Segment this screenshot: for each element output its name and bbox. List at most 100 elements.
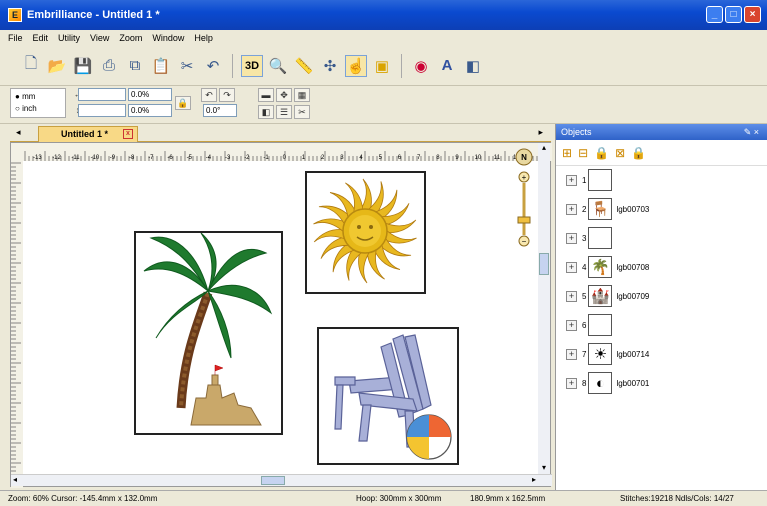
unit-mm-radio[interactable]: ● mm (15, 91, 61, 103)
ruler-label: -9 (110, 155, 116, 161)
ruler-label: -10 (91, 155, 100, 161)
object-row[interactable]: +3 (566, 226, 616, 250)
object-name: lgb00709 (616, 291, 650, 301)
unlock-icon[interactable]: ⊠ (615, 146, 625, 160)
ruler-label: -8 (129, 155, 135, 161)
undo-icon[interactable]: ↶ (202, 55, 224, 77)
expand-icon[interactable]: + (566, 203, 577, 215)
main-toolbar: 🗋 📂 💾 ⎙ ⧉ 📋 ✂ ↶ 3D 🔍 📏 ✣ ☝ ▣ ◉ A ◧ (0, 46, 767, 86)
lock-ratio-icon[interactable]: 🔒 (175, 96, 191, 110)
ungroup-icon[interactable]: ⊟ (578, 146, 588, 160)
mirror-icon[interactable]: ◧ (258, 105, 274, 119)
unit-inch-radio[interactable]: ○ inch (15, 103, 61, 115)
rotate-right-icon[interactable]: ↷ (219, 88, 235, 102)
center-icon[interactable]: ✥ (276, 88, 292, 102)
grid-icon[interactable]: ▦ (294, 88, 310, 102)
panel-pin-icon[interactable]: ✎ × (744, 124, 759, 140)
maximize-button[interactable]: □ (725, 6, 742, 23)
palm-tree-design (143, 232, 273, 426)
object-row[interactable]: +2 🪑 lgb00703 (566, 197, 649, 221)
rotate-left-icon[interactable]: ↶ (201, 88, 217, 102)
canvas-vertical-scrollbar[interactable]: ▴ ▾ (538, 143, 550, 475)
print-icon[interactable]: ⎙ (98, 55, 120, 77)
paste-icon[interactable]: 📋 (150, 55, 172, 77)
rotation-field[interactable]: 0.0° (203, 104, 237, 117)
chair-design-frame[interactable] (317, 327, 459, 465)
align-icon[interactable]: ▬ (258, 88, 274, 102)
text-icon[interactable]: A (436, 55, 458, 77)
object-name: lgb00708 (616, 262, 650, 272)
menu-bar: File Edit Utility View Zoom Window Help (0, 30, 767, 46)
menu-view[interactable]: View (90, 33, 109, 43)
objects-toolbar: ⊞ ⊟ 🔒 ⊠ 🔒 (556, 140, 767, 166)
open-icon[interactable]: 📂 (46, 55, 68, 77)
status-stitches: Stitches:19218 Ndls/Cols: 14/27 (620, 494, 734, 503)
object-number: 7 (582, 349, 587, 359)
design-canvas[interactable]: -13 -12 -11 -10 -9 -8 -7 -6 -5 -4 -3 -2 -1 0 1 2 3 4 5 6 7 8 9… (10, 142, 552, 488)
height-field[interactable] (78, 104, 126, 117)
sun-design-frame[interactable] (305, 171, 426, 294)
zoom-icon[interactable]: 🔍 (267, 55, 289, 77)
scroll-left-icon[interactable]: ◂ (13, 475, 17, 484)
object-row[interactable]: +5 🏰 lgb00709 (566, 284, 649, 308)
lock-all-icon[interactable]: 🔒 (631, 146, 646, 160)
status-hoop: Hoop: 300mm x 300mm (356, 494, 442, 503)
expand-icon[interactable]: + (566, 319, 577, 331)
3d-view-icon[interactable]: 3D (241, 54, 263, 77)
zoom-slider[interactable]: N + − (513, 147, 535, 251)
vertical-scroll-thumb[interactable] (539, 253, 549, 275)
palm-design-frame[interactable] (134, 231, 283, 435)
beachball-icon: ◐ (588, 372, 613, 394)
lock-icon[interactable]: 🔒 (594, 146, 609, 160)
object-name: lgb00701 (616, 378, 650, 388)
tab-scroll-right-icon[interactable]: ▸ (538, 127, 543, 138)
expand-icon[interactable]: + (566, 232, 577, 244)
tab-scroll-left-icon[interactable]: ◂ (16, 127, 21, 138)
close-button[interactable]: × (744, 6, 761, 23)
object-row[interactable]: +8 ◐ lgb00701 (566, 371, 649, 395)
object-row[interactable]: +6 (566, 313, 616, 337)
scroll-right-icon[interactable]: ▸ (532, 475, 536, 484)
menu-help[interactable]: Help (194, 33, 213, 43)
color-icon[interactable]: ◉ (410, 55, 432, 77)
stitch-icon[interactable]: ✂ (176, 55, 198, 77)
object-row[interactable]: +7 ☀ lgb00714 (566, 342, 649, 366)
expand-icon[interactable]: + (566, 377, 577, 389)
list-icon[interactable]: ☰ (276, 105, 292, 119)
new-icon[interactable]: 🗋 (20, 55, 42, 77)
expand-icon[interactable]: + (566, 290, 577, 302)
object-row[interactable]: +4 🌴 lgb00708 (566, 255, 649, 279)
horizontal-scroll-thumb[interactable] (261, 476, 285, 485)
menu-edit[interactable]: Edit (33, 33, 49, 43)
expand-icon[interactable]: + (566, 174, 577, 186)
tab-close-icon[interactable]: x (123, 129, 133, 139)
split-icon[interactable]: ◧ (462, 55, 484, 77)
minimize-button[interactable]: _ (706, 6, 723, 23)
objects-panel-title: Objects (561, 127, 592, 137)
menu-file[interactable]: File (8, 33, 23, 43)
height-percent-field[interactable]: 0.0% (128, 104, 172, 117)
width-field[interactable] (78, 88, 126, 101)
tab-untitled-1[interactable]: Untitled 1 * x (38, 126, 138, 142)
sun-icon: ☀ (588, 343, 613, 365)
ruler-label: -13 (33, 155, 42, 161)
fill-icon[interactable]: ▣ (371, 55, 393, 77)
object-row[interactable]: +1 (566, 168, 616, 192)
canvas-horizontal-scrollbar[interactable]: ◂ ▸ (11, 474, 552, 486)
menu-utility[interactable]: Utility (58, 33, 80, 43)
expand-icon[interactable]: + (566, 261, 577, 273)
group-icon[interactable]: ⊞ (562, 146, 572, 160)
measure-icon[interactable]: 📏 (293, 55, 315, 77)
scroll-up-icon[interactable]: ▴ (538, 143, 550, 155)
save-icon[interactable]: 💾 (72, 55, 94, 77)
copy-icon[interactable]: ⧉ (124, 55, 146, 77)
width-percent-field[interactable]: 0.0% (128, 88, 172, 101)
expand-icon[interactable]: + (566, 348, 577, 360)
select-icon[interactable]: ☝ (345, 54, 367, 77)
scissors-icon[interactable]: ✂ (294, 105, 310, 119)
menu-window[interactable]: Window (152, 33, 184, 43)
hoop-icon[interactable]: ✣ (319, 55, 341, 77)
app-icon: E (8, 8, 22, 22)
menu-zoom[interactable]: Zoom (119, 33, 142, 43)
document-tabs: ◂ Untitled 1 * x ▸ (10, 124, 551, 142)
